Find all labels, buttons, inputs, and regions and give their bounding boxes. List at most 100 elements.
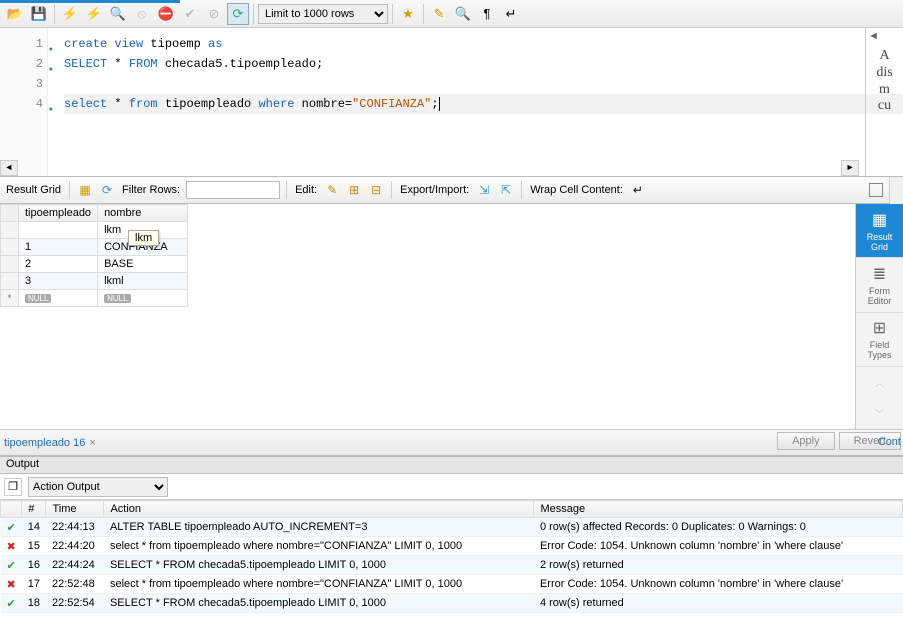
- grid-cell[interactable]: lkml: [98, 273, 188, 290]
- output-cell-action: select * from tipoempleado where nombre=…: [104, 575, 534, 594]
- wrap-icon[interactable]: ↵: [500, 3, 522, 25]
- column-header[interactable]: nombre: [98, 205, 188, 222]
- context-help-link[interactable]: Cont: [878, 436, 901, 626]
- status-ok-icon: ✔: [1, 518, 22, 537]
- commit-icon[interactable]: ✔: [179, 3, 201, 25]
- output-cell-msg: Error Code: 1054. Unknown column 'nombre…: [534, 575, 903, 594]
- result-side-tabs: ▦Result Grid ≣Form Editor ⊞Field Types ︿…: [855, 204, 903, 429]
- refresh-icon[interactable]: ⟳: [98, 181, 116, 199]
- output-panel-title: Output: [0, 456, 903, 474]
- grid-cell[interactable]: 2: [19, 256, 98, 273]
- status-error-icon: ✖: [1, 575, 22, 594]
- output-cell-time: 22:44:24: [46, 556, 104, 575]
- autocommit-icon[interactable]: ⟳: [227, 3, 249, 25]
- panel-toggle-icon[interactable]: [869, 183, 883, 197]
- result-tabs-bar: tipoempleado 16 × Apply Revert: [0, 430, 903, 456]
- execute-step-icon[interactable]: ⚡: [83, 3, 105, 25]
- output-toolbar: ❐ Action Output: [0, 474, 903, 500]
- invisible-chars-icon[interactable]: ¶: [476, 3, 498, 25]
- import-icon[interactable]: ⇱: [497, 181, 515, 199]
- open-file-icon[interactable]: 📂: [4, 3, 26, 25]
- limit-rows-select[interactable]: Limit to 1000 rows: [258, 4, 388, 24]
- sql-toolbar: 📂 💾 ⚡ ⚡ 🔍 ⦸ ⛔ ✔ ⊘ ⟳ Limit to 1000 rows ★…: [0, 0, 903, 28]
- line-number: 4: [0, 94, 43, 114]
- row-marker[interactable]: *: [1, 290, 19, 307]
- output-col-action[interactable]: Action: [104, 501, 534, 518]
- row-marker[interactable]: [1, 222, 19, 239]
- nav-up-icon[interactable]: ︿: [856, 367, 903, 398]
- output-col-message[interactable]: Message: [534, 501, 903, 518]
- nav-down-icon[interactable]: ﹀: [856, 398, 903, 429]
- output-type-select[interactable]: Action Output: [28, 477, 168, 497]
- output-cell-msg: Error Code: 1054. Unknown column 'nombre…: [534, 537, 903, 556]
- truncated-help-text: Adismcu: [876, 34, 892, 176]
- output-col-num[interactable]: #: [22, 501, 46, 518]
- scroll-left-icon[interactable]: ◄: [0, 160, 18, 176]
- line-number: 3: [0, 74, 43, 94]
- collapse-arrow-icon[interactable]: ◄: [868, 30, 879, 42]
- save-icon[interactable]: 💾: [28, 3, 50, 25]
- favorite-icon[interactable]: ★: [397, 3, 419, 25]
- output-cell-action: SELECT * FROM checada5.tipoempleado LIMI…: [104, 594, 534, 613]
- edit-row-icon[interactable]: ✎: [323, 181, 341, 199]
- output-cell-n: 17: [22, 575, 46, 594]
- separator: [253, 4, 254, 24]
- delete-row-icon[interactable]: ⊟: [367, 181, 385, 199]
- output-col-status: [1, 501, 22, 518]
- apply-button[interactable]: Apply: [777, 432, 835, 450]
- status-ok-icon: ✔: [1, 594, 22, 613]
- tab-result-grid[interactable]: ▦Result Grid: [856, 204, 903, 258]
- kill-icon[interactable]: ⛔: [155, 3, 177, 25]
- grid-cell[interactable]: BASE: [98, 256, 188, 273]
- result-grid-label: Result Grid: [4, 184, 63, 196]
- row-header-corner: [1, 205, 19, 222]
- grid-cell[interactable]: 3: [19, 273, 98, 290]
- stop-icon[interactable]: ⦸: [131, 3, 153, 25]
- find-icon[interactable]: 🔍: [452, 3, 474, 25]
- result-grid[interactable]: tipoempleado nombre lkm1CONFIANZA2BASE3l…: [0, 204, 855, 429]
- explain-icon[interactable]: 🔍: [107, 3, 129, 25]
- export-icon[interactable]: ⇲: [475, 181, 493, 199]
- result-toolbar: Result Grid ▦ ⟳ Filter Rows: Edit: ✎ ⊞ ⊟…: [0, 176, 903, 204]
- separator: [423, 4, 424, 24]
- output-cell-time: 22:52:54: [46, 594, 104, 613]
- output-cell-time: 22:52:48: [46, 575, 104, 594]
- execute-icon[interactable]: ⚡: [59, 3, 81, 25]
- grid-cell[interactable]: [19, 222, 98, 239]
- close-tab-icon[interactable]: ×: [89, 437, 95, 449]
- wrap-cell-icon[interactable]: ↵: [629, 181, 647, 199]
- output-cell-n: 14: [22, 518, 46, 537]
- result-tab[interactable]: tipoempleado 16 ×: [4, 437, 96, 449]
- filter-rows-label: Filter Rows:: [120, 184, 182, 196]
- cell-tooltip: lkm: [128, 230, 159, 246]
- status-ok-icon: ✔: [1, 556, 22, 575]
- line-gutter: 1 2 3 4: [0, 28, 48, 176]
- line-number: 1: [0, 34, 43, 54]
- tab-field-types[interactable]: ⊞Field Types: [856, 313, 903, 367]
- row-marker[interactable]: [1, 256, 19, 273]
- grid-view-icon[interactable]: ▦: [76, 181, 94, 199]
- active-tab-indicator: [0, 0, 180, 3]
- sql-editor[interactable]: 1 2 3 4 create view tipoemp as SELECT * …: [0, 28, 903, 176]
- output-log-table: # Time Action Message ✔1422:44:13ALTER T…: [0, 500, 903, 613]
- grid-cell[interactable]: NULL: [19, 290, 98, 307]
- output-cell-msg: 2 row(s) returned: [534, 556, 903, 575]
- scroll-right-icon[interactable]: ►: [841, 160, 859, 176]
- column-header[interactable]: tipoempleado: [19, 205, 98, 222]
- grid-cell[interactable]: 1: [19, 239, 98, 256]
- beautify-icon[interactable]: ✎: [428, 3, 450, 25]
- output-cell-msg: 0 row(s) affected Records: 0 Duplicates:…: [534, 518, 903, 537]
- filter-rows-input[interactable]: [186, 181, 280, 199]
- code-area[interactable]: create view tipoemp as SELECT * FROM che…: [48, 28, 903, 176]
- tab-form-editor[interactable]: ≣Form Editor: [856, 258, 903, 312]
- output-cell-action: select * from tipoempleado where nombre=…: [104, 537, 534, 556]
- output-layout-icon[interactable]: ❐: [4, 478, 22, 496]
- output-cell-n: 15: [22, 537, 46, 556]
- output-col-time[interactable]: Time: [46, 501, 104, 518]
- side-toggle[interactable]: [889, 177, 903, 205]
- grid-cell[interactable]: NULL: [98, 290, 188, 307]
- add-row-icon[interactable]: ⊞: [345, 181, 363, 199]
- row-marker[interactable]: [1, 239, 19, 256]
- row-marker[interactable]: [1, 273, 19, 290]
- rollback-icon[interactable]: ⊘: [203, 3, 225, 25]
